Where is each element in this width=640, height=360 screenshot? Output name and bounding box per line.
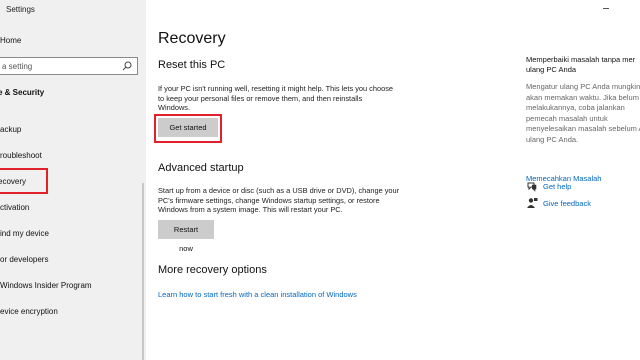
search-icon[interactable]: [122, 61, 132, 71]
highlight-box-recovery: [0, 168, 48, 194]
search-input[interactable]: a setting: [0, 57, 138, 75]
feedback-person-icon: [527, 198, 538, 208]
page-title: Recovery: [158, 30, 226, 47]
restart-now-button[interactable]: Restart now: [158, 220, 214, 253]
search-placeholder: a setting: [2, 62, 33, 71]
give-feedback-link[interactable]: Give feedback: [543, 199, 591, 208]
reset-description: If your PC isn't running well, resetting…: [158, 84, 408, 113]
reset-description-line: Windows.: [158, 103, 191, 112]
right-panel-text-line: Mengatur ulang PC Anda mungkin: [526, 82, 640, 91]
get-help-link[interactable]: Get help: [543, 182, 571, 191]
section-title: e & Security: [0, 88, 45, 97]
window-title: Settings: [6, 5, 35, 14]
right-panel-text-line: pemecah masalah untuk: [526, 113, 608, 123]
clean-install-link[interactable]: Learn how to start fresh with a clean in…: [158, 290, 357, 299]
sidebar-scrollbar[interactable]: [142, 183, 144, 360]
right-panel-text-line: ulang PC Anda.: [526, 134, 579, 144]
advanced-startup-heading: Advanced startup: [158, 162, 244, 174]
advanced-description-line: Start up from a device or disc (such as …: [158, 186, 400, 195]
reset-description-line: to keep your personal files or remove th…: [158, 93, 363, 103]
minimize-button[interactable]: [603, 8, 609, 9]
advanced-startup-description: Start up from a device or disc (such as …: [158, 186, 408, 215]
right-panel-text: Mengatur ulang PC Anda mungkin akan mema…: [526, 82, 640, 145]
more-recovery-heading: More recovery options: [158, 264, 267, 276]
advanced-description-line: PC's firmware settings, change Windows s…: [158, 195, 380, 205]
right-panel-text-line: menyelesaikan masalah sebelum A: [526, 124, 640, 133]
sidebar-item-backup[interactable]: ackup: [0, 122, 21, 138]
right-panel-title: Memperbaiki masalah tanpa mer ulang PC A…: [526, 55, 640, 75]
sidebar-item-for-developers[interactable]: or developers: [0, 252, 48, 268]
sidebar-item-activation[interactable]: ctivation: [0, 200, 29, 216]
highlight-box-get-started: [154, 114, 222, 143]
right-panel-title-line: ulang PC Anda: [526, 65, 577, 74]
right-panel-title-line: Memperbaiki masalah tanpa mer: [526, 55, 636, 64]
advanced-description-line: Windows from a system image. This will r…: [158, 205, 343, 214]
sidebar-item-windows-insider[interactable]: Windows Insider Program: [0, 278, 92, 294]
sidebar: Settings Home a setting e & Security ack…: [0, 0, 146, 360]
help-chat-icon: [527, 182, 537, 192]
sidebar-item-device-encryption[interactable]: evice encryption: [0, 304, 58, 320]
sidebar-home[interactable]: Home: [0, 36, 21, 45]
sidebar-item-find-my-device[interactable]: ind my device: [0, 226, 49, 242]
reset-heading: Reset this PC: [158, 59, 226, 71]
right-panel-text-line: melakukannya, coba jalankan: [526, 103, 625, 112]
sidebar-item-troubleshoot[interactable]: roubleshoot: [0, 148, 42, 164]
right-panel-text-line: akan memakan waktu. Jika belum: [526, 92, 639, 102]
reset-description-line: If your PC isn't running well, resetting…: [158, 84, 394, 93]
